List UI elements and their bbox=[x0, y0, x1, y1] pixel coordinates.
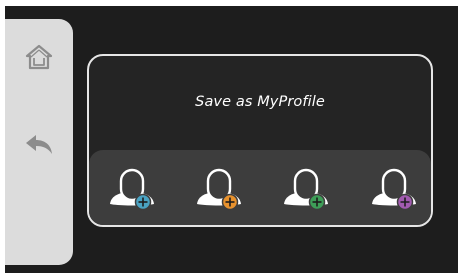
user-add-icon bbox=[110, 168, 154, 211]
back-button[interactable] bbox=[5, 117, 73, 173]
profiles-row bbox=[89, 150, 431, 225]
screen: Save as MyProfile bbox=[5, 6, 458, 273]
user-add-icon bbox=[197, 168, 241, 211]
profile-slot-2[interactable] bbox=[190, 158, 248, 216]
side-panel bbox=[5, 19, 73, 265]
home-button[interactable] bbox=[5, 29, 73, 85]
profile-slot-4[interactable] bbox=[365, 158, 423, 216]
back-arrow-icon bbox=[26, 135, 52, 154]
user-add-icon bbox=[284, 168, 328, 211]
dialog-title: Save as MyProfile bbox=[195, 94, 325, 110]
save-profile-dialog: Save as MyProfile bbox=[87, 54, 433, 227]
home-icon bbox=[25, 44, 53, 70]
user-add-icon bbox=[372, 168, 416, 211]
profile-slot-1[interactable] bbox=[103, 158, 161, 216]
profile-slot-3[interactable] bbox=[277, 158, 335, 216]
